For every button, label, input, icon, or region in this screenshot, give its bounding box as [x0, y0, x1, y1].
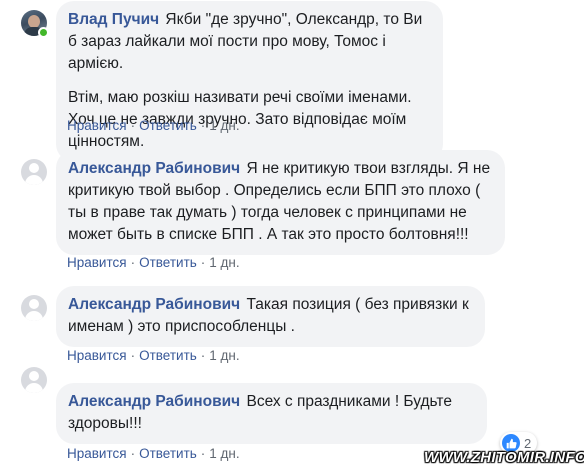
default-avatar-body — [25, 311, 43, 321]
default-avatar-body — [25, 175, 43, 185]
separator-dot: · — [130, 255, 136, 270]
like-button[interactable]: Нравится — [67, 348, 127, 363]
comment-timestamp[interactable]: 1 дн. — [209, 255, 239, 270]
comment-author[interactable]: Влад Пучич — [68, 11, 159, 28]
separator-dot: · — [130, 118, 136, 133]
default-avatar-head — [29, 299, 39, 309]
reply-button[interactable]: Ответить — [139, 446, 197, 461]
avatar[interactable] — [21, 295, 47, 321]
comment-timestamp[interactable]: 1 дн. — [209, 446, 239, 461]
comment-actions: Нравится · Ответить · 1 дн. — [67, 446, 240, 461]
comment-timestamp[interactable]: 1 дн. — [209, 118, 239, 133]
comment-actions: Нравится · Ответить · 1 дн. — [67, 118, 240, 133]
separator-dot: · — [130, 348, 136, 363]
comment-bubble: Александр Рабинович Я не критикую твои в… — [56, 150, 505, 255]
comment-author[interactable]: Александр Рабинович — [68, 160, 240, 177]
comment-bubble: Александр Рабинович Всех с праздниками !… — [56, 383, 487, 444]
default-avatar-head — [29, 371, 39, 381]
avatar[interactable] — [21, 159, 47, 185]
separator-dot: · — [130, 446, 136, 461]
like-button[interactable]: Нравится — [67, 118, 127, 133]
like-button[interactable]: Нравится — [67, 446, 127, 461]
reply-button[interactable]: Ответить — [139, 118, 197, 133]
site-watermark: WWW.ZHITOMIR.INFO — [424, 449, 584, 466]
separator-dot: · — [200, 348, 206, 363]
comment-actions: Нравится · Ответить · 1 дн. — [67, 255, 240, 270]
reply-button[interactable]: Ответить — [139, 255, 197, 270]
like-button[interactable]: Нравится — [67, 255, 127, 270]
avatar[interactable] — [21, 367, 47, 393]
separator-dot: · — [200, 118, 206, 133]
comment-bubble: Александр Рабинович Такая позиция ( без … — [56, 286, 485, 347]
comment-author[interactable]: Александр Рабинович — [68, 296, 240, 313]
comment-author[interactable]: Александр Рабинович — [68, 393, 240, 410]
online-status-indicator — [38, 27, 49, 38]
comment-bubble: Влад Пучич Якби "де зручно", Олександр, … — [56, 1, 443, 162]
default-avatar-head — [29, 163, 39, 173]
separator-dot: · — [200, 255, 206, 270]
separator-dot: · — [200, 446, 206, 461]
comment-actions: Нравится · Ответить · 1 дн. — [67, 348, 240, 363]
comment-timestamp[interactable]: 1 дн. — [209, 348, 239, 363]
default-avatar-body — [25, 383, 43, 393]
reply-button[interactable]: Ответить — [139, 348, 197, 363]
